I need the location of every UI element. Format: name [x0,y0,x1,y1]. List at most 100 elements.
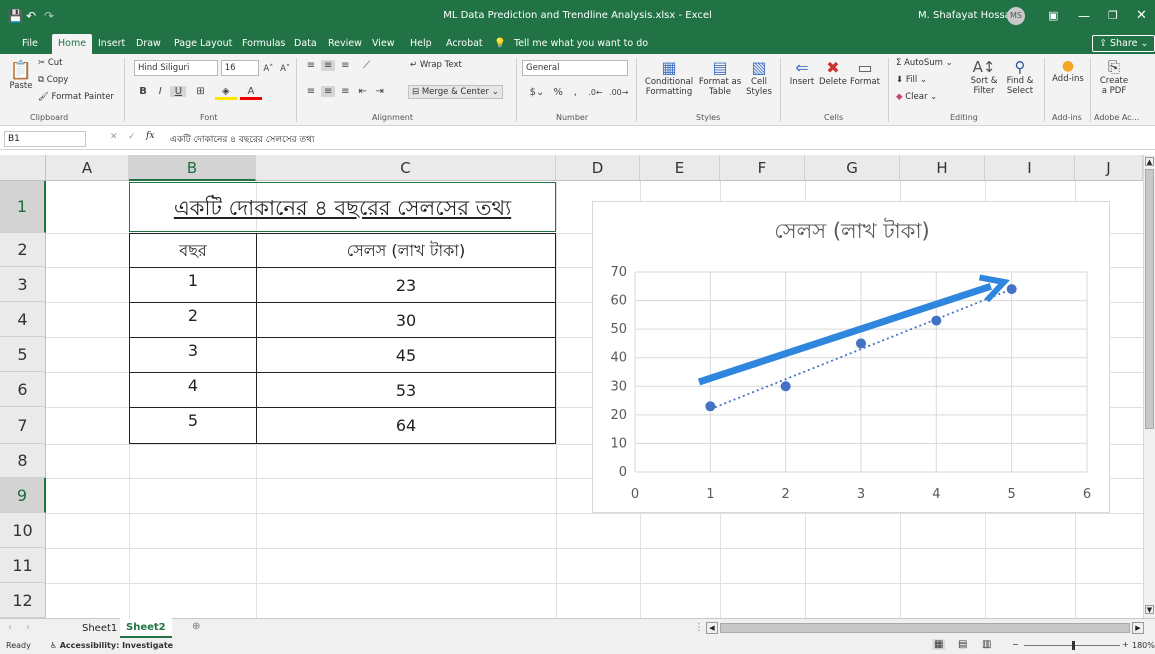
tab-review[interactable]: Review [322,34,368,54]
next-sheet-icon[interactable]: › [26,622,30,633]
fill-button[interactable]: ⬇ Fill ⌄ [896,75,927,85]
function-icon[interactable]: fx [146,131,154,141]
column-header-j[interactable]: J [1075,155,1143,181]
decrease-decimal-icon[interactable]: .00→ [609,88,629,97]
scatter-chart[interactable]: সেলস (লাখ টাকা) 0 10 20 30 40 50 60 70 0 1 2 3 4 5 6 [592,201,1110,513]
tab-acrobat[interactable]: Acrobat [440,34,489,54]
scroll-thumb[interactable] [1145,169,1154,429]
decrease-indent-icon[interactable]: ⇤ [356,86,370,97]
header-year[interactable]: বছর [130,234,257,268]
increase-decimal-icon[interactable]: .0← [586,88,606,97]
decrease-font-icon[interactable]: A˅ [278,64,292,74]
italic-icon[interactable]: I [153,86,167,97]
border-icon[interactable]: ⊞ [190,86,212,97]
user-avatar[interactable]: MS [1007,7,1025,25]
increase-font-icon[interactable]: A˄ [261,64,275,74]
align-left-icon[interactable]: ≡ [304,86,318,97]
format-as-table-button[interactable]: ▤ Format as Table [698,58,742,97]
row-header-3[interactable]: 3 [0,267,46,302]
align-middle-icon[interactable]: ≡ [321,60,336,71]
tab-data[interactable]: Data [288,34,323,54]
tab-file[interactable]: File [16,34,44,54]
currency-icon[interactable]: $⌄ [526,87,548,98]
close-icon[interactable]: ✕ [1136,0,1147,32]
sales-cell[interactable]: 53 [257,373,555,408]
header-sales[interactable]: সেলস (লাখ টাকা) [257,234,555,268]
scroll-left-icon[interactable]: ◀ [706,622,718,634]
ribbon-display-icon[interactable]: ▣ [1048,0,1058,32]
zoom-level[interactable]: 180% [1132,641,1155,650]
tell-me-box[interactable]: Tell me what you want to do [508,34,654,54]
row-header-12[interactable]: 12 [0,583,46,618]
name-box[interactable]: B1 [4,131,86,147]
scroll-up-icon[interactable]: ▲ [1145,157,1154,166]
share-button[interactable]: ⇪ Share ⌄ [1092,35,1155,52]
column-header-a[interactable]: A [46,155,129,181]
conditional-formatting-button[interactable]: ▦ Conditional Formatting [642,58,696,97]
insert-cells-button[interactable]: ⇐ Insert [788,58,816,87]
year-cell[interactable]: 5 [130,408,257,444]
sales-cell[interactable]: 30 [257,303,555,338]
delete-cells-button[interactable]: ✖ Delete [818,58,848,87]
fill-color-icon[interactable]: ◈ [214,86,237,100]
tab-formulas[interactable]: Formulas [236,34,291,54]
row-header-6[interactable]: 6 [0,372,46,407]
align-right-icon[interactable]: ≡ [338,86,352,97]
normal-view-icon[interactable]: ▦ [932,639,946,650]
row-header-4[interactable]: 4 [0,302,46,337]
font-color-icon[interactable]: A [239,86,262,100]
row-header-5[interactable]: 5 [0,337,46,372]
format-painter-button[interactable]: 🖌 Format Painter [38,92,114,102]
row-header-9[interactable]: 9 [0,478,46,513]
zoom-out-icon[interactable]: − [1012,640,1019,649]
horizontal-scroll-thumb[interactable] [720,623,1130,633]
merge-center-button[interactable]: ⊟ Merge & Center ⌄ [408,85,503,99]
tab-draw[interactable]: Draw [130,34,167,54]
tab-split-handle[interactable]: ⋮ [694,622,704,633]
row-header-7[interactable]: 7 [0,407,46,444]
tab-page-layout[interactable]: Page Layout [168,34,238,54]
tab-view[interactable]: View [366,34,401,54]
sales-cell[interactable]: 23 [257,268,555,303]
sales-cell[interactable]: 64 [257,408,555,444]
sheet-tab-sheet2[interactable]: Sheet2 [120,618,172,638]
row-header-1[interactable]: 1 [0,181,46,233]
font-size-select[interactable]: 16 [220,60,259,76]
column-header-h[interactable]: H [900,155,985,181]
year-cell[interactable]: 4 [130,373,257,408]
font-name-select[interactable]: Hind Siliguri [134,60,218,76]
tab-help[interactable]: Help [404,34,438,54]
comma-icon[interactable]: , [568,87,582,98]
format-cells-button[interactable]: ▭ Format [850,58,880,87]
table-title-cell[interactable]: একটি দোকানের ৪ বছরের সেলসের তথ্য [129,182,556,232]
orientation-icon[interactable]: ⟋ [356,60,378,71]
find-select-button[interactable]: ⚲ Find & Select [1002,58,1038,96]
formula-input[interactable]: একটি দোকানের ৪ বছরের সেলসের তথ্য [170,132,315,147]
column-header-b[interactable]: B [129,155,256,181]
add-ins-button[interactable]: ● Add-ins [1050,58,1086,84]
increase-indent-icon[interactable]: ⇥ [373,86,387,97]
add-sheet-icon[interactable]: ⊕ [192,621,200,632]
vertical-scrollbar[interactable]: ▲ ▼ [1143,155,1155,618]
accessibility-status[interactable]: ♿ Accessibility: Investigate [50,641,173,650]
page-layout-view-icon[interactable]: ▤ [958,639,967,650]
copy-button[interactable]: ⧉ Copy [38,75,68,85]
zoom-in-icon[interactable]: + [1122,640,1129,649]
paste-button[interactable]: 📋 Paste [6,60,36,91]
cancel-icon[interactable]: ✕ [110,132,118,142]
scroll-down-icon[interactable]: ▼ [1145,605,1154,614]
column-header-c[interactable]: C [256,155,556,181]
prev-sheet-icon[interactable]: ‹ [8,622,12,633]
restore-icon[interactable]: ❐ [1108,0,1118,32]
wrap-text-button[interactable]: ↵ Wrap Text [410,60,462,70]
row-header-10[interactable]: 10 [0,513,46,548]
sheet-tab-sheet1[interactable]: Sheet1 [76,619,125,638]
column-header-i[interactable]: I [985,155,1075,181]
number-format-select[interactable]: General [522,60,628,76]
align-top-icon[interactable]: ≡ [304,60,318,71]
cell-styles-button[interactable]: ▧ Cell Styles [744,58,774,97]
column-header-e[interactable]: E [640,155,720,181]
zoom-slider-thumb[interactable] [1072,641,1075,650]
align-bottom-icon[interactable]: ≡ [338,60,352,71]
row-header-11[interactable]: 11 [0,548,46,583]
